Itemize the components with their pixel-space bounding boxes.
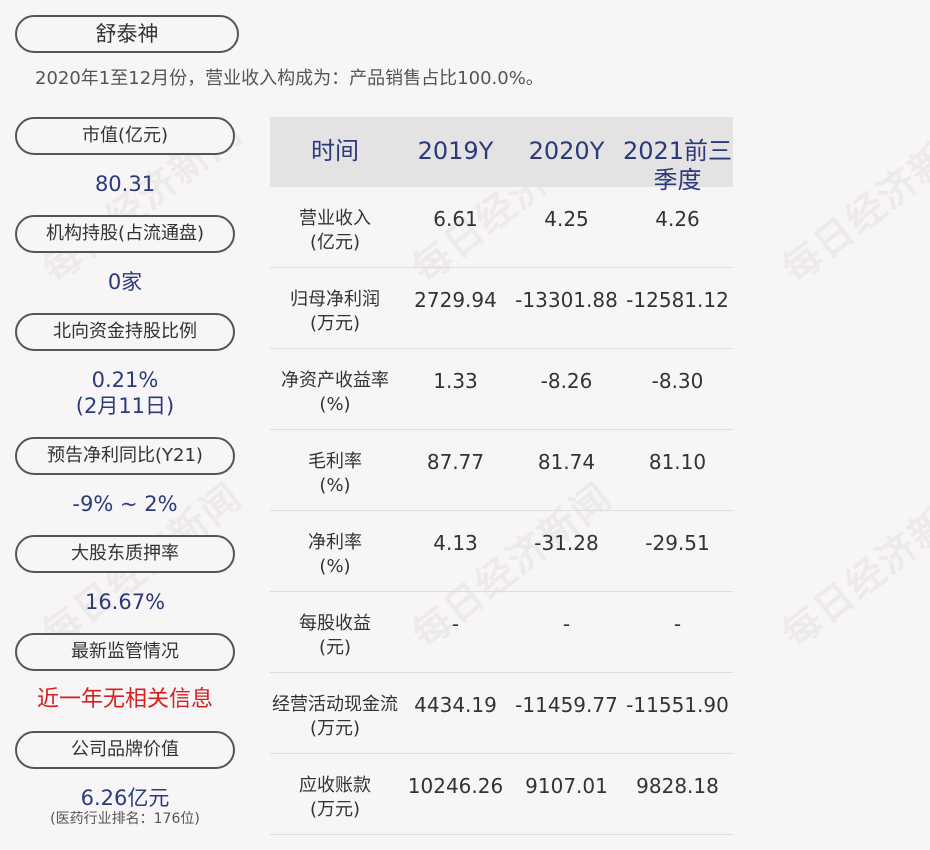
metric-label-market-cap: 市值(亿元) xyxy=(15,117,235,155)
header-2020: 2020Y xyxy=(528,137,605,165)
row-label: 应收账款 (万元) xyxy=(299,775,371,820)
metric-value-regulatory: 近一年无相关信息 xyxy=(36,687,213,712)
company-name-badge: 舒泰神 xyxy=(15,15,239,53)
row-label: 毛利率 (%) xyxy=(308,451,362,496)
table-row: 净资产收益率 (%) 1.33 -8.26 -8.30 xyxy=(270,349,733,430)
metric-value-market-cap: 80.31 xyxy=(94,172,156,196)
row-value: -12581.12 xyxy=(626,288,729,312)
row-label: 归母净利润 (万元) xyxy=(290,289,380,334)
row-label: 净利率 (%) xyxy=(308,532,362,577)
table-row: 经营活动现金流 (万元) 4434.19 -11459.77 -11551.90 xyxy=(270,673,733,754)
row-value: 87.77 xyxy=(426,450,485,474)
row-value: -8.30 xyxy=(651,369,704,393)
metric-label-institutional-holdings: 机构持股(占流通盘) xyxy=(15,215,235,253)
metric-value-northbound-date: (2月11日) xyxy=(75,394,175,418)
table-row: 营业收入 (亿元) 6.61 4.25 4.26 xyxy=(270,187,733,268)
metric-value-northbound-ratio: 0.21% xyxy=(91,368,159,392)
table-header: 时间 2019Y 2020Y 2021前三季度 xyxy=(270,117,733,194)
table-row: 净利率 (%) 4.13 -31.28 -29.51 xyxy=(270,511,733,592)
table-row: 应收账款 (万元) 10246.26 9107.01 9828.18 xyxy=(270,754,733,835)
row-value: -13301.88 xyxy=(515,288,618,312)
metric-note-brand-rank: (医药行业排名：176位) xyxy=(50,811,200,827)
row-value: 2729.94 xyxy=(414,288,497,312)
metric-label-brand-value: 公司品牌价值 xyxy=(15,731,235,769)
header-2021q3: 2021前三季度 xyxy=(622,137,733,194)
row-label: 经营活动现金流 (万元) xyxy=(272,694,398,739)
metric-label-pledge-ratio: 大股东质押率 xyxy=(15,535,235,573)
row-value: 1.33 xyxy=(433,369,478,393)
row-value: - xyxy=(562,612,571,636)
metric-label-profit-forecast: 预告净利同比(Y21) xyxy=(15,437,235,475)
row-value: -11551.90 xyxy=(626,693,729,717)
table-row: 每股收益 (元) - - - xyxy=(270,592,733,673)
financial-table: 时间 2019Y 2020Y 2021前三季度 营业收入 (亿元) 6.61 4.… xyxy=(270,117,733,835)
watermark: 每日经济新闻 xyxy=(774,109,930,292)
row-value: 81.10 xyxy=(648,450,707,474)
row-label: 净资产收益率 (%) xyxy=(281,370,389,415)
row-value: -29.51 xyxy=(645,531,710,555)
row-value: 6.61 xyxy=(433,207,478,231)
row-value: 81.74 xyxy=(537,450,596,474)
header-2019: 2019Y xyxy=(417,137,494,165)
watermark: 每日经济新闻 xyxy=(774,474,930,657)
row-value: 4434.19 xyxy=(414,693,497,717)
row-value: -8.26 xyxy=(540,369,593,393)
metric-label-regulatory: 最新监管情况 xyxy=(15,633,235,671)
row-value: 9828.18 xyxy=(636,774,719,798)
metric-value-pledge-ratio: 16.67% xyxy=(84,590,166,614)
row-label: 每股收益 (元) xyxy=(299,613,371,658)
row-value: 9107.01 xyxy=(525,774,608,798)
row-value: 4.25 xyxy=(544,207,589,231)
metric-value-profit-forecast: -9% ~ 2% xyxy=(72,492,178,516)
row-value: -31.28 xyxy=(534,531,599,555)
row-label: 营业收入 (亿元) xyxy=(299,208,371,253)
row-value: - xyxy=(451,612,460,636)
table-row: 归母净利润 (万元) 2729.94 -13301.88 -12581.12 xyxy=(270,268,733,349)
row-value: -11459.77 xyxy=(515,693,618,717)
row-value: - xyxy=(673,612,682,636)
revenue-composition-text: 2020年1至12月份，营业收入构成为：产品销售占比100.0%。 xyxy=(35,68,544,89)
header-period: 时间 xyxy=(311,137,359,165)
row-value: 4.13 xyxy=(433,531,478,555)
metric-label-northbound-ratio: 北向资金持股比例 xyxy=(15,313,235,351)
row-value: 10246.26 xyxy=(407,774,504,798)
table-row: 毛利率 (%) 87.77 81.74 81.10 xyxy=(270,430,733,511)
row-value: 4.26 xyxy=(655,207,700,231)
metric-value-institutional-holdings: 0家 xyxy=(107,270,143,294)
